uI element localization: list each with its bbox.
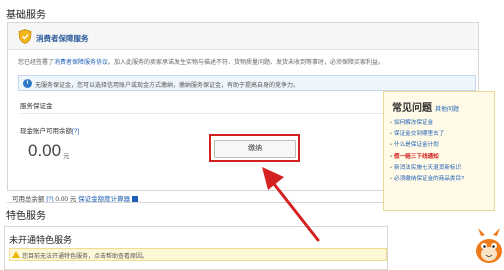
agreement-link[interactable]: 消费者保障服务协议 — [54, 60, 108, 66]
faq-item[interactable]: • 必须缴纳保证金的商品类目? — [390, 174, 494, 185]
info-notice: i 无服务保证金，您可以选择信用账户或现金方式缴纳，缴纳服务保证金，有助于提高自… — [18, 75, 476, 91]
balance-unit: 元 — [63, 153, 70, 160]
panel-header: 消费者保障服务 — [8, 23, 478, 50]
faq-panel: 常见问题 其他问题 • 如何解冻保证金 • 保证金交到哪里去了 • 什么是保证金计划 •… — [383, 91, 495, 211]
info-icon: i — [23, 79, 32, 88]
faq-title: 常见问题 — [392, 103, 432, 114]
agreement-prefix: 您已经签署了 — [18, 60, 55, 66]
info-text: 无服务保证金，您可以选择信用账户或现金方式缴纳，缴纳服务保证金，有助于提高自身的… — [35, 83, 300, 89]
deposit-title: 服务保证金 — [20, 103, 53, 110]
panel-title: 消费者保障服务 — [36, 34, 89, 43]
faq-more-link[interactable]: 其他问题 — [435, 107, 459, 113]
shield-icon — [18, 29, 32, 44]
agreement-suffix: 。加入此服务的卖家承诺发生实物与描述不符、货物质量问题、发货未收到等事时，必须保… — [108, 60, 385, 66]
divider — [20, 113, 400, 114]
feature-services-heading: 特色服务 — [6, 211, 46, 222]
warning-icon — [12, 251, 20, 258]
faq-item[interactable]: • 如何解冻保证金 — [390, 118, 494, 129]
cash-label-text: 现金账户可用余额 — [20, 128, 72, 135]
basic-services-heading: 基础服务 — [6, 10, 46, 21]
faq-item[interactable]: • 假一赔三下线通知 — [390, 152, 494, 163]
faq-header: 常见问题 其他问题 — [392, 99, 459, 114]
help-link[interactable]: [?] — [72, 128, 79, 135]
faq-item[interactable]: • 什么是保证金计划 — [390, 140, 494, 151]
feature-services-panel: 未开通特色服务 您目前无法开通特色服务，点击帮助查看原因。 — [4, 226, 388, 270]
agreement-line: 您已经签署了消费者保障服务协议。加入此服务的卖家承诺发生实物与描述不符、货物质量… — [18, 57, 478, 66]
faq-list: • 如何解冻保证金 • 保证金交到哪里去了 • 什么是保证金计划 • 假一赔三下线通知 … — [390, 118, 494, 185]
highlight-box — [209, 134, 300, 162]
section-divider — [7, 202, 387, 203]
faq-item[interactable]: • 新消法实施七天退货新标识 — [390, 163, 494, 174]
mascot-icon — [476, 228, 502, 263]
warning-notice: 您目前无法开通特色服务，点击帮助查看原因。 — [9, 248, 387, 261]
balance-amount: 0.00 — [28, 141, 62, 160]
faq-item[interactable]: • 保证金交到哪里去了 — [390, 129, 494, 140]
warning-text[interactable]: 您目前无法开通特色服务，点击帮助查看原因。 — [22, 251, 148, 260]
cash-balance-label: 现金账户可用余额[?] — [20, 125, 79, 135]
feature-panel-title: 未开通特色服务 — [9, 235, 73, 245]
